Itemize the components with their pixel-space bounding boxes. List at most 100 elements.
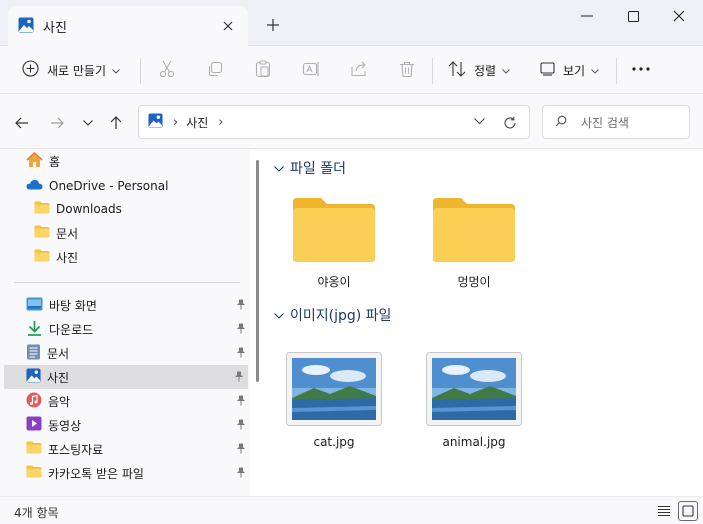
chevron-down-icon[interactable] [474,114,485,128]
image-thumbnail [426,352,522,429]
sort-arrows-icon [448,60,466,80]
image-file-name: animal.jpg [442,435,506,449]
sidebar-item-label: 다운로드 [49,322,94,337]
folder-large-icon [431,196,517,267]
file-list: 파일 폴더 야옹이 멍멍이 이미지(jpg) 파일 cat.jpg animal… [262,150,703,496]
group-header-images[interactable]: 이미지(jpg) 파일 [274,304,391,326]
pin-icon[interactable] [236,347,246,361]
document-icon [26,344,41,363]
tab-title: 사진 [43,20,67,36]
image-tile[interactable]: animal.jpg [424,352,524,449]
sidebar-item-documents-quick[interactable]: 문서 [26,341,246,365]
paste-icon[interactable] [250,56,276,82]
chevron-down-icon [274,161,284,175]
group-header-label: 파일 폴더 [290,161,346,177]
chevron-down-icon [502,63,510,77]
forward-arrow-icon[interactable] [46,112,68,134]
more-options-icon[interactable] [628,56,654,82]
plus-circle-icon [22,60,39,80]
search-box[interactable]: 사진 검색 [542,105,690,139]
group-header-label: 이미지(jpg) 파일 [290,308,392,324]
pin-icon[interactable] [236,395,246,409]
pin-icon[interactable] [234,371,244,385]
sidebar-item-downloads-quick[interactable]: 다운로드 [26,317,246,341]
address-bar[interactable]: › 사진 › [138,105,530,139]
sidebar-item-label: Downloads [56,202,122,216]
copy-icon[interactable] [202,56,228,82]
sidebar-item-documents-onedrive[interactable]: 문서 [34,221,234,245]
item-count: 4개 항목 [14,506,59,520]
download-icon [26,320,43,339]
sidebar-item-kakaotalk-files[interactable]: 카카오톡 받은 파일 [26,461,246,485]
search-icon [555,115,567,130]
folder-large-icon [291,196,377,267]
sort-button[interactable]: 정렬 [448,54,510,86]
folder-name: 멍멍이 [457,275,491,289]
sidebar-item-onedrive[interactable]: OneDrive - Personal [26,174,236,198]
command-separator [432,58,433,84]
back-arrow-icon[interactable] [11,112,33,134]
chevron-down-icon [112,63,120,77]
command-separator [616,58,617,84]
view-button-label: 보기 [563,63,586,78]
refresh-icon[interactable] [499,112,521,134]
pin-icon[interactable] [236,299,246,313]
large-icons-view-icon[interactable] [678,501,698,521]
folder-icon [26,465,42,481]
view-button[interactable]: 보기 [540,54,599,86]
close-window-icon[interactable] [656,0,702,32]
sidebar-item-desktop[interactable]: 바탕 화면 [26,293,246,317]
up-arrow-icon[interactable] [105,112,127,134]
sidebar-item-pictures-onedrive[interactable]: 사진 [34,245,234,269]
breadcrumb-pictures[interactable]: 사진 [186,114,208,131]
pictures-icon [26,368,41,386]
sidebar-item-label: 사진 [56,250,79,265]
image-thumbnail [286,352,382,429]
sidebar-item-label: 바탕 화면 [49,298,97,313]
breadcrumb-chevron-icon[interactable]: › [218,115,223,130]
onedrive-cloud-icon [26,179,43,193]
sidebar-scrollbar[interactable] [256,160,259,382]
sidebar-item-label: 사진 [47,370,70,385]
pin-icon[interactable] [236,419,246,433]
pin-icon[interactable] [236,467,246,481]
sidebar-item-downloads[interactable]: Downloads [34,197,234,221]
status-bar: 4개 항목 [0,496,703,524]
rename-icon[interactable] [298,56,324,82]
chevron-down-icon [274,308,284,322]
view-layout-icon [540,61,555,79]
details-view-icon[interactable] [654,501,674,521]
maximize-icon[interactable] [610,0,656,32]
sort-button-label: 정렬 [474,63,497,78]
new-tab-icon[interactable] [262,14,284,36]
new-button[interactable]: 새로 만들기 [22,54,120,86]
delete-icon[interactable] [394,56,420,82]
command-bar: 새로 만들기 정렬 보기 [0,46,703,94]
sidebar-item-home[interactable]: 홈 [26,149,236,173]
sidebar-item-videos[interactable]: 동영상 [26,413,246,437]
sidebar-item-music[interactable]: 음악 [26,389,246,413]
title-bar: 사진 [0,0,703,46]
sidebar-item-posting-materials[interactable]: 포스팅자료 [26,437,246,461]
address-row: › 사진 › 사진 검색 [0,95,703,149]
cut-icon[interactable] [154,56,180,82]
pin-icon[interactable] [236,443,246,457]
folder-name: 야옹이 [317,275,351,289]
recent-locations-chevron-icon[interactable] [77,112,99,134]
close-tab-icon[interactable] [218,16,238,36]
sidebar-item-pictures-quick[interactable]: 사진 [4,365,248,389]
pin-icon[interactable] [236,323,246,337]
navigation-pane: 홈 OneDrive - Personal Downloads 문서 사진 바탕… [0,149,250,497]
folder-icon [34,225,50,241]
share-icon[interactable] [346,56,372,82]
folder-icon [34,249,50,265]
image-tile[interactable]: cat.jpg [284,352,384,449]
sidebar-item-label: 동영상 [48,418,82,433]
tab-pictures[interactable]: 사진 [8,6,248,46]
folder-tile[interactable]: 야옹이 [284,196,384,290]
video-icon [26,416,42,434]
group-header-folders[interactable]: 파일 폴더 [274,157,346,179]
breadcrumb-chevron-icon[interactable]: › [173,115,178,130]
folder-tile[interactable]: 멍멍이 [424,196,524,290]
minimize-icon[interactable] [564,0,610,32]
